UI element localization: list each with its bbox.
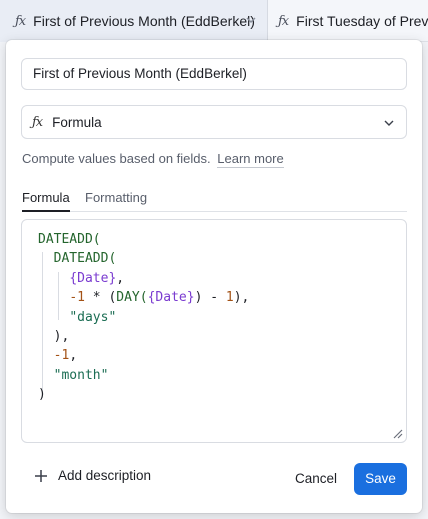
field-config-panel: First of Previous Month (EddBerkel) ƒx F…: [6, 40, 422, 513]
code-token: ),: [233, 290, 250, 306]
formula-editor[interactable]: DATEADD( DATEADD( {Date}, -1 * (DAY({Dat…: [21, 219, 407, 443]
chevron-down-icon[interactable]: [245, 14, 257, 26]
code-token: ): [38, 387, 46, 403]
code-token: ,: [69, 348, 78, 364]
cancel-button[interactable]: Cancel: [290, 464, 342, 494]
code-token: ,: [116, 270, 125, 286]
code-token: ),: [53, 329, 70, 345]
code-token: -1: [53, 348, 70, 364]
help-description: Compute values based on fields.: [22, 151, 211, 166]
add-description-label: Add description: [58, 468, 152, 483]
save-button[interactable]: Save: [354, 463, 407, 495]
code-token: {Date}: [147, 290, 195, 306]
code-token: -1: [69, 290, 85, 306]
code-token: {Date}: [69, 270, 117, 286]
tab-formatting[interactable]: Formatting: [85, 191, 147, 212]
code-token: 1: [225, 290, 234, 306]
formula-icon: ƒx: [15, 13, 26, 29]
column-header-bar: ƒx First of Previous Month (EddBerkel) ƒ…: [0, 0, 428, 42]
field-type-label: Formula: [52, 114, 102, 130]
code-token: * (: [84, 290, 117, 306]
field-type-select[interactable]: ƒx Formula: [21, 105, 407, 139]
column-header-label: First Tuesday of Previou: [296, 13, 428, 29]
column-header-next[interactable]: ƒx First Tuesday of Previou: [269, 0, 428, 42]
field-name-input[interactable]: First of Previous Month (EddBerkel): [21, 58, 407, 90]
code-token: DATEADD(: [53, 251, 117, 267]
code-token: DATEADD(: [38, 232, 101, 247]
formula-icon: ƒx: [32, 114, 43, 130]
resize-handle-icon[interactable]: [391, 427, 403, 439]
chevron-down-icon: [384, 120, 394, 126]
column-header-active[interactable]: ƒx First of Previous Month (EddBerkel): [0, 0, 268, 42]
code-token: "days": [69, 309, 117, 325]
formula-tabs: Formula Formatting: [22, 191, 407, 212]
plus-icon: [35, 469, 47, 482]
add-description-button[interactable]: Add description: [34, 468, 151, 483]
help-text: Compute values based on fields. Learn mo…: [22, 151, 284, 168]
code-token: DAY(: [116, 290, 148, 306]
code-token: ) -: [194, 290, 226, 306]
learn-more-link[interactable]: Learn more: [217, 151, 284, 168]
code-token: "month": [53, 367, 109, 383]
formula-code: DATEADD( DATEADD( {Date}, -1 * (DAY({Dat…: [38, 230, 249, 405]
formula-icon: ƒx: [278, 13, 289, 29]
column-header-label: First of Previous Month (EddBerkel): [33, 13, 255, 29]
tab-formula[interactable]: Formula: [22, 191, 70, 212]
